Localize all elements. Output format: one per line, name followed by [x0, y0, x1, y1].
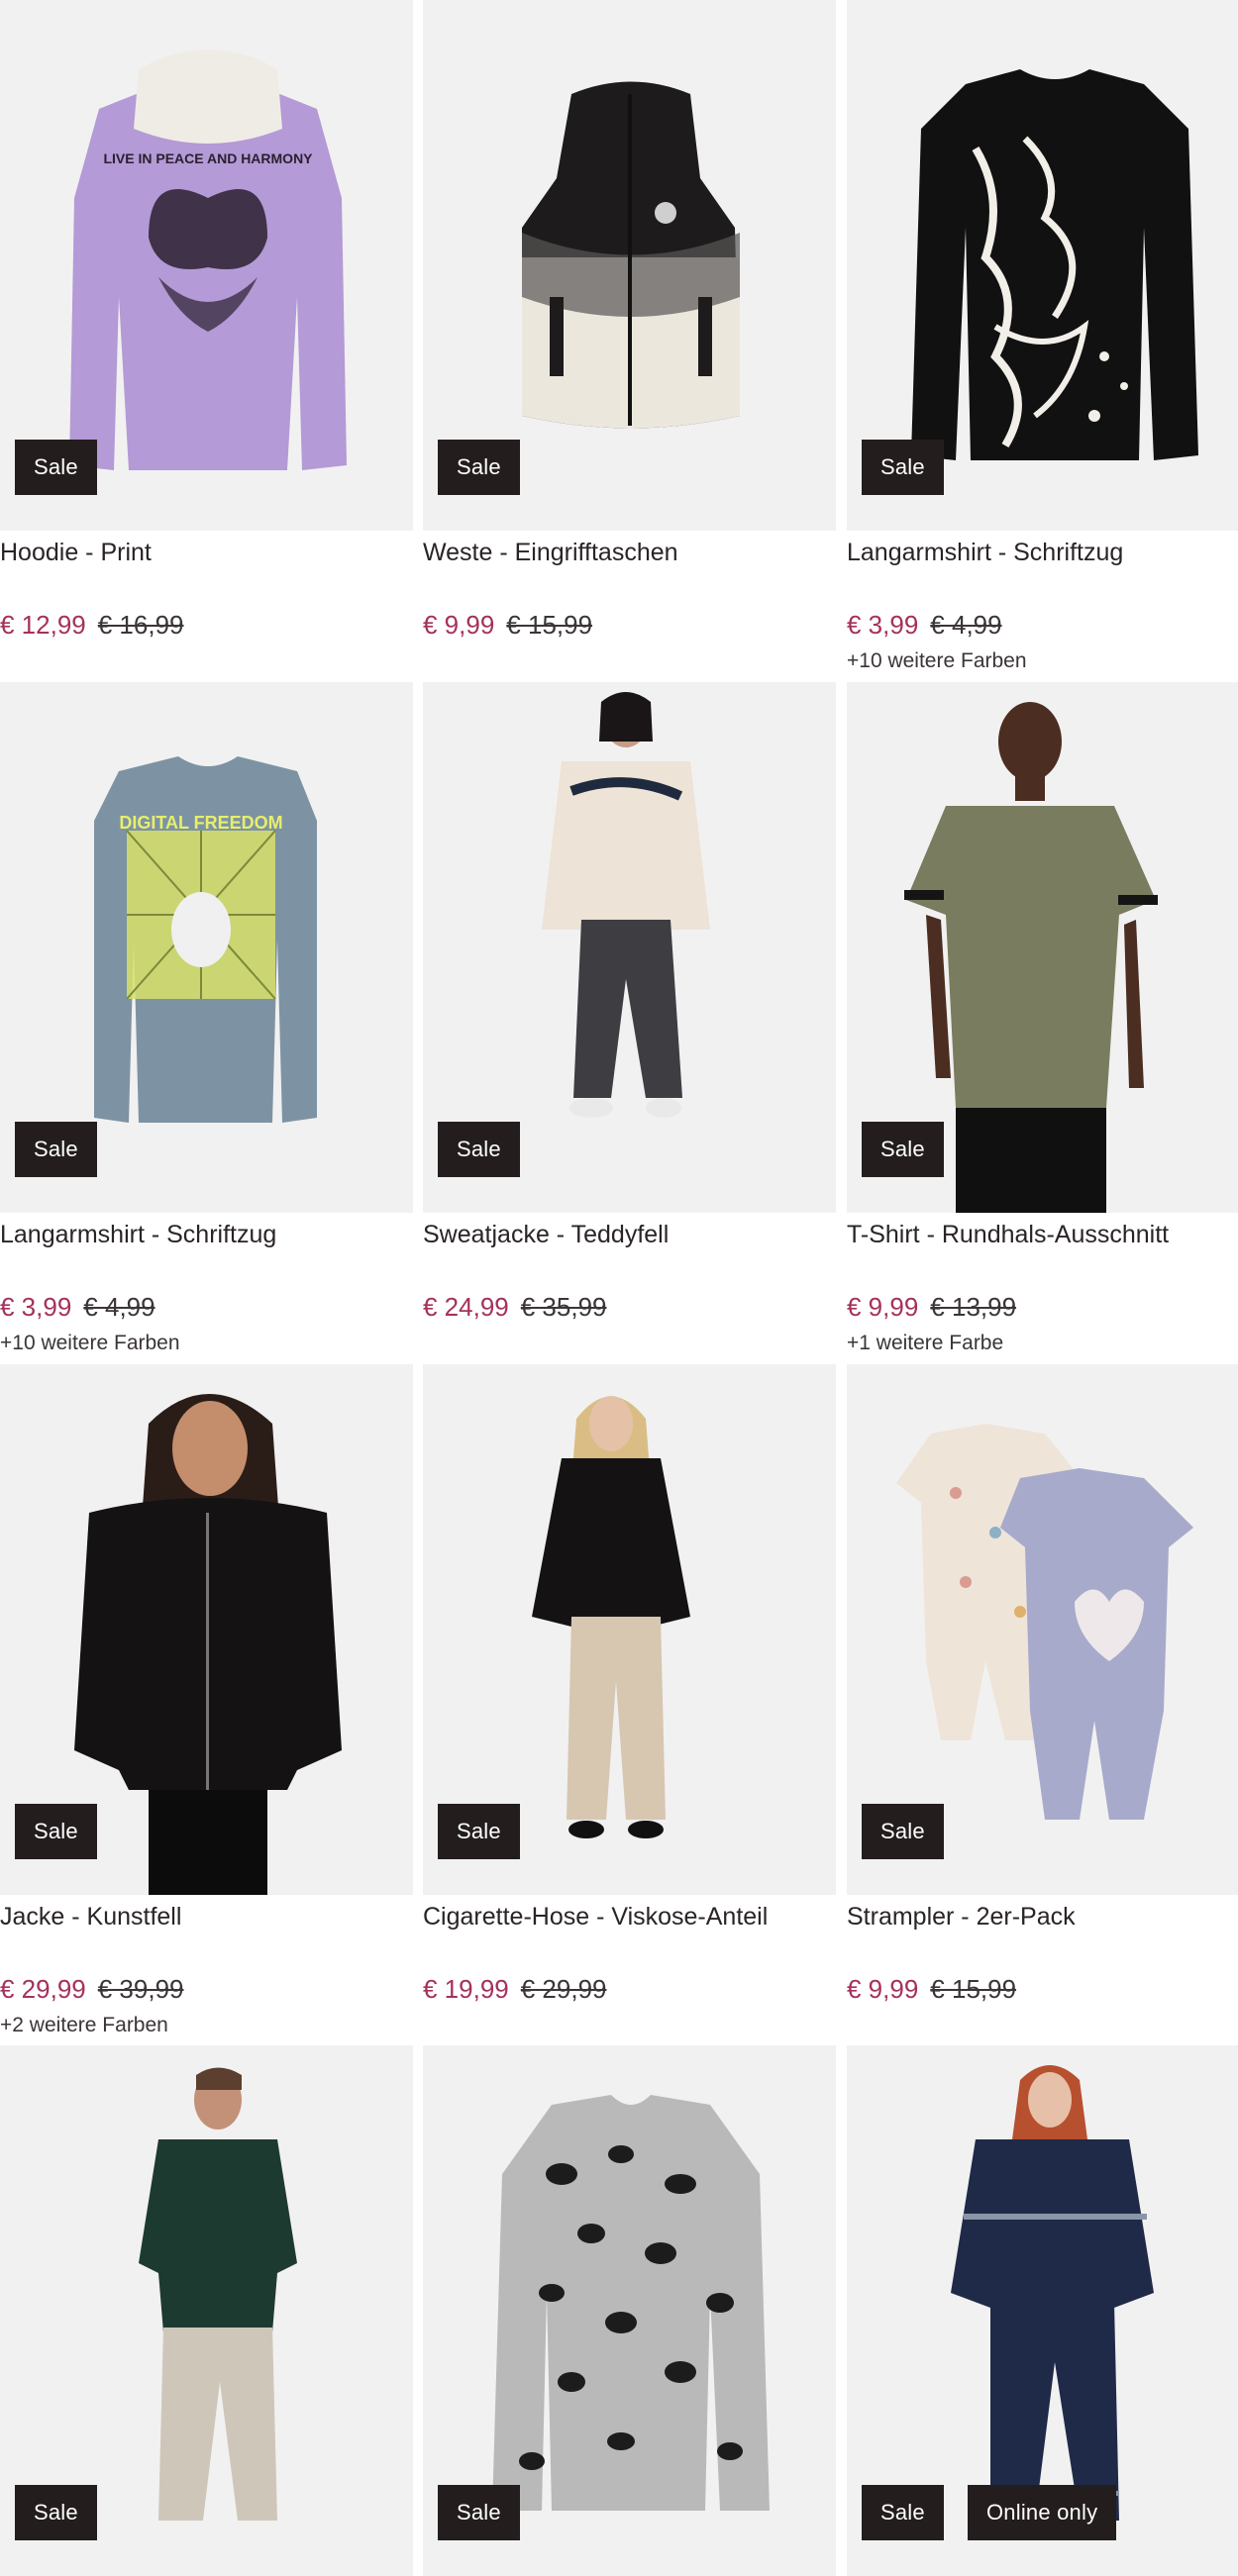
product-card[interactable]: Sale Weste - Eingrifftaschen € 9,99 € 15,… — [423, 0, 836, 681]
product-card[interactable]: Sale Sweatjacke - Teddyfell € 24,99 € 35,… — [423, 682, 836, 1363]
original-price: € 4,99 — [83, 1292, 155, 1322]
product-title[interactable]: T-Shirt - Rundhals-Ausschnitt — [847, 1221, 1169, 1249]
product-card[interactable]: Sale Online only — [847, 2045, 1238, 2576]
sale-badge: Sale — [862, 440, 944, 495]
product-image[interactable]: Sale — [423, 682, 836, 1213]
product-price: € 9,99 € 15,99 — [847, 1974, 1016, 2005]
product-card[interactable]: Sale Jacke - Kunstfell € 29,99 € 39,99 +2… — [0, 1364, 413, 2045]
sale-badge: Sale — [15, 1804, 97, 1859]
sale-price: € 24,99 — [423, 1292, 509, 1322]
product-image[interactable]: Sale — [847, 682, 1238, 1213]
sale-badge: Sale — [438, 1804, 520, 1859]
product-image[interactable]: Sale — [0, 2045, 413, 2576]
original-price: € 29,99 — [520, 1974, 607, 2004]
product-grid: LIVE IN PEACE AND HARMONY Sale Hoodie - … — [0, 0, 1238, 2576]
original-price: € 15,99 — [930, 1974, 1017, 2004]
original-price: € 4,99 — [930, 610, 1002, 640]
sale-price: € 3,99 — [847, 610, 919, 640]
print-text-small: LIVE IN PEACE AND HARMONY — [103, 150, 313, 166]
sale-badge: Sale — [438, 2485, 520, 2540]
product-image[interactable]: LIVE IN PEACE AND HARMONY Sale — [0, 0, 413, 531]
product-title[interactable]: Langarmshirt - Schriftzug — [0, 1221, 276, 1249]
product-card[interactable]: LIVE IN PEACE AND HARMONY Sale Hoodie - … — [0, 0, 413, 681]
original-price: € 35,99 — [520, 1292, 607, 1322]
more-colors[interactable]: +2 weitere Farben — [0, 2014, 168, 2037]
product-card[interactable]: Sale — [423, 2045, 836, 2576]
product-price: € 19,99 € 29,99 — [423, 1974, 607, 2005]
original-price: € 39,99 — [97, 1974, 184, 2004]
product-image[interactable]: DIGITAL FREEDOM Sale — [0, 682, 413, 1213]
product-price: € 24,99 € 35,99 — [423, 1292, 607, 1323]
product-title[interactable]: Jacke - Kunstfell — [0, 1903, 181, 1932]
sale-badge: Sale — [862, 1804, 944, 1859]
product-card[interactable]: DIGITAL FREEDOM Sale Langarmshirt - Schr… — [0, 682, 413, 1363]
product-title[interactable]: Langarmshirt - Schriftzug — [847, 539, 1123, 567]
sale-price: € 19,99 — [423, 1974, 509, 2004]
product-price: € 3,99 € 4,99 — [0, 1292, 155, 1323]
more-colors[interactable]: +10 weitere Farben — [0, 1332, 180, 1355]
sale-price: € 12,99 — [0, 610, 86, 640]
original-price: € 15,99 — [506, 610, 593, 640]
sale-price: € 9,99 — [847, 1292, 919, 1322]
product-price: € 29,99 € 39,99 — [0, 1974, 184, 2005]
print-text: DIGITAL FREEDOM — [119, 813, 282, 833]
sale-badge: Sale — [15, 1122, 97, 1177]
product-title[interactable]: Sweatjacke - Teddyfell — [423, 1221, 669, 1249]
sale-badge: Sale — [15, 2485, 97, 2540]
more-colors[interactable]: +10 weitere Farben — [847, 649, 1027, 673]
product-image[interactable]: Sale — [0, 1364, 413, 1895]
original-price: € 13,99 — [930, 1292, 1017, 1322]
product-title[interactable]: Hoodie - Print — [0, 539, 152, 567]
product-card[interactable]: Sale T-Shirt - Rundhals-Ausschnitt € 9,9… — [847, 682, 1238, 1363]
sale-price: € 29,99 — [0, 1974, 86, 2004]
product-image[interactable]: Sale — [423, 1364, 836, 1895]
sale-badge: Sale — [15, 440, 97, 495]
product-image[interactable]: Sale — [423, 0, 836, 531]
product-card[interactable]: Sale — [0, 2045, 413, 2576]
sale-price: € 9,99 — [423, 610, 495, 640]
more-colors[interactable]: +1 weitere Farbe — [847, 1332, 1003, 1355]
sale-badge: Sale — [862, 2485, 944, 2540]
sale-price: € 9,99 — [847, 1974, 919, 2004]
product-card[interactable]: Sale Langarmshirt - Schriftzug € 3,99 € 4… — [847, 0, 1238, 681]
original-price: € 16,99 — [97, 610, 184, 640]
product-card[interactable]: Sale Cigarette-Hose - Viskose-Anteil € 1… — [423, 1364, 836, 2045]
product-title[interactable]: Cigarette-Hose - Viskose-Anteil — [423, 1903, 768, 1932]
sale-badge: Sale — [438, 1122, 520, 1177]
product-image[interactable]: Sale — [423, 2045, 836, 2576]
product-image[interactable]: Sale — [847, 0, 1238, 531]
product-card[interactable]: Sale Strampler - 2er-Pack € 9,99 € 15,99 — [847, 1364, 1238, 2045]
product-price: € 3,99 € 4,99 — [847, 610, 1002, 641]
online-only-badge: Online only — [968, 2485, 1117, 2540]
sale-price: € 3,99 — [0, 1292, 72, 1322]
sale-badge: Sale — [862, 1122, 944, 1177]
product-image[interactable]: Sale — [847, 1364, 1238, 1895]
product-price: € 12,99 € 16,99 — [0, 610, 184, 641]
product-image[interactable]: Sale Online only — [847, 2045, 1238, 2576]
sale-badge: Sale — [438, 440, 520, 495]
product-price: € 9,99 € 13,99 — [847, 1292, 1016, 1323]
product-price: € 9,99 € 15,99 — [423, 610, 592, 641]
product-title[interactable]: Strampler - 2er-Pack — [847, 1903, 1076, 1932]
product-title[interactable]: Weste - Eingrifftaschen — [423, 539, 678, 567]
